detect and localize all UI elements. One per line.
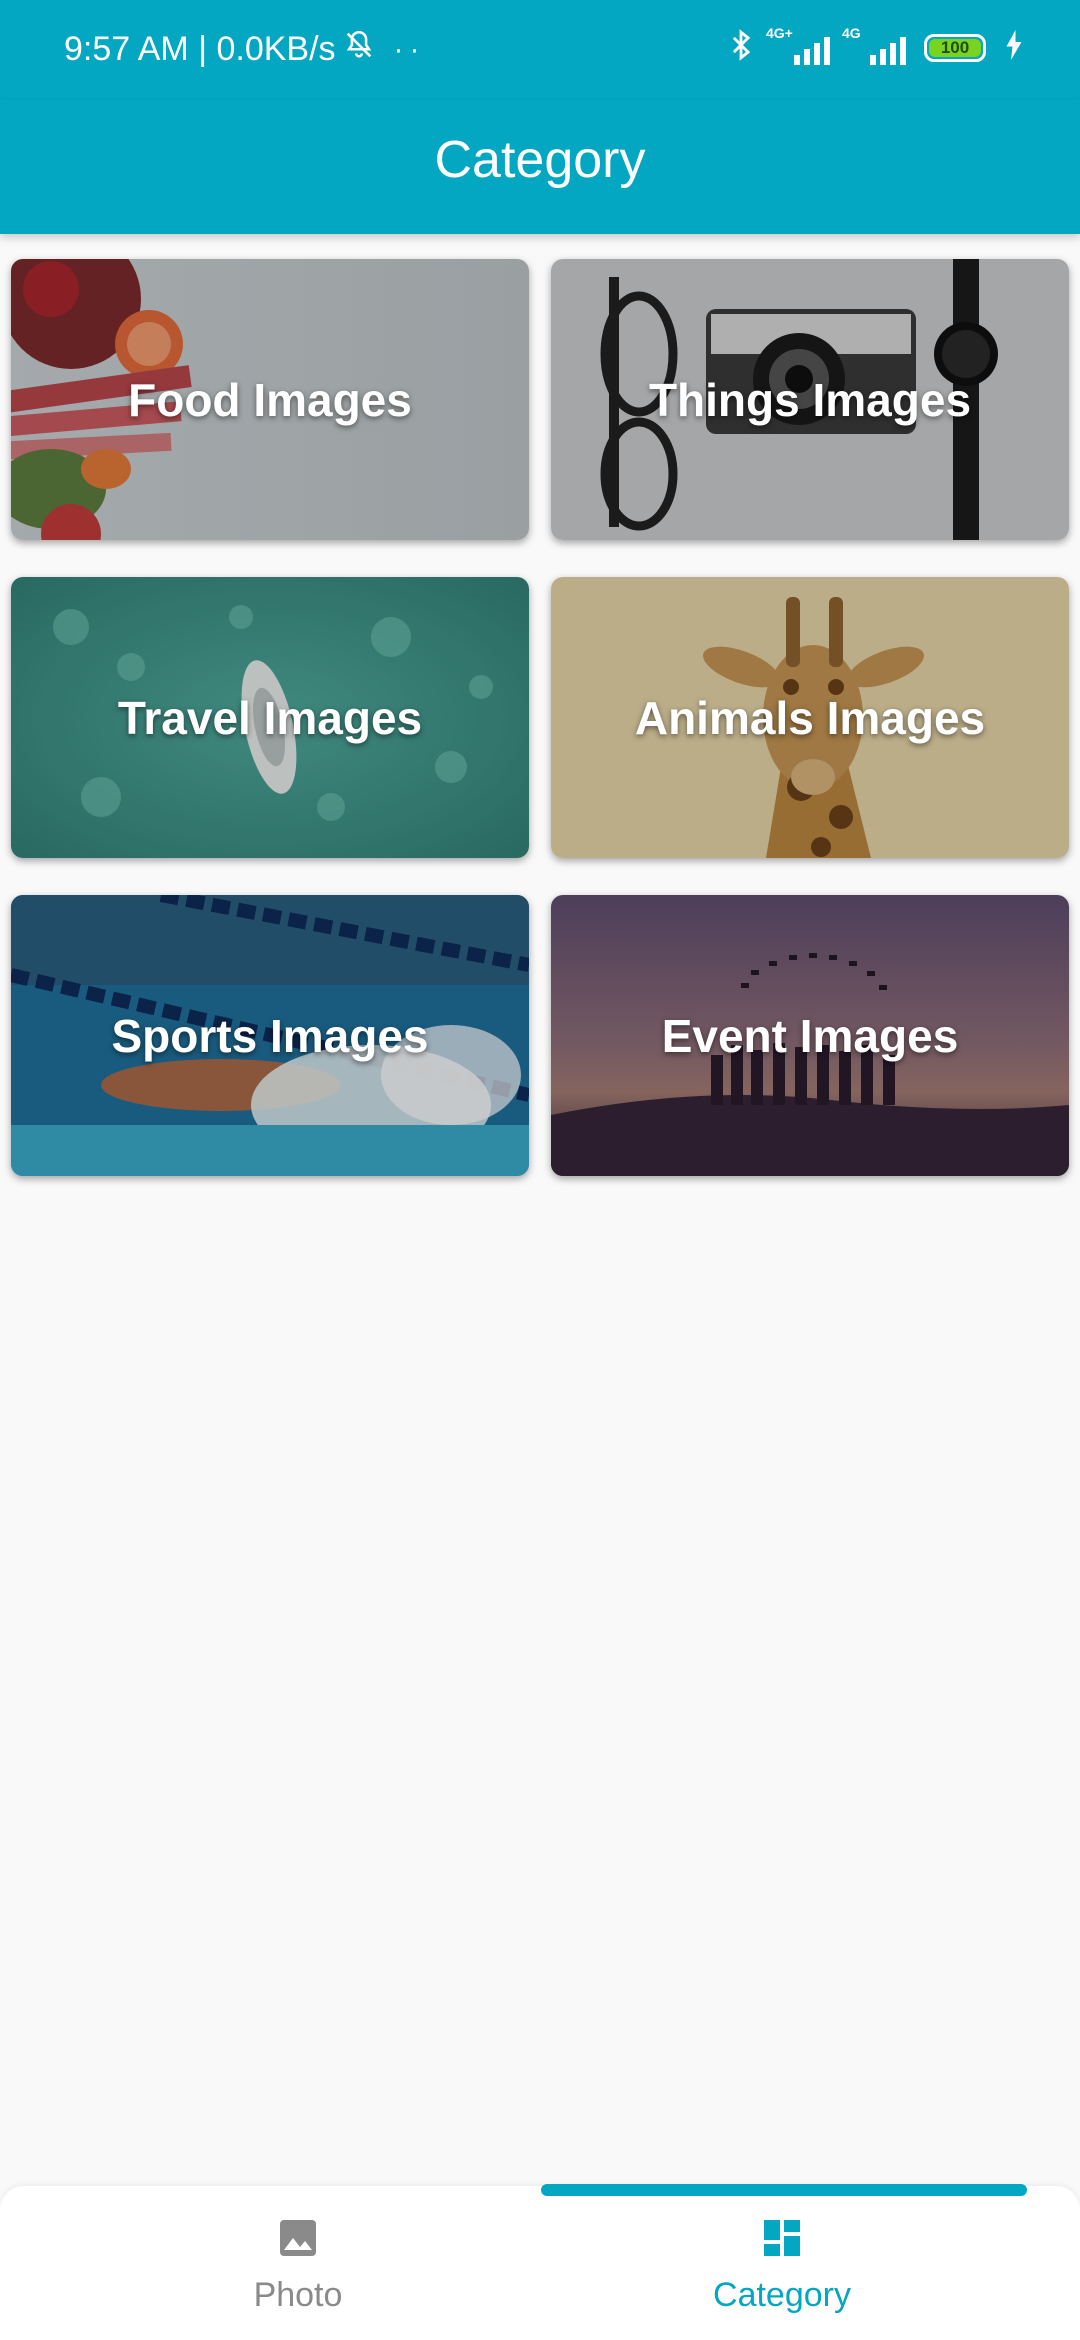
category-label: Event Images (661, 1009, 959, 1062)
category-label: Travel Images (117, 691, 423, 744)
nav-photo-label: Photo (253, 2276, 343, 2314)
category-label: Sports Images (111, 1009, 429, 1062)
status-bar: 9:57 AM | 0.0KB/s ·· 4G+ 4G 100 (0, 0, 1080, 100)
category-card-sports[interactable]: Sports Images (11, 895, 529, 1176)
bluetooth-icon (728, 28, 754, 68)
battery-icon: 100 (924, 34, 986, 62)
page-title: Category (434, 131, 646, 189)
category-card-things[interactable]: Things Images (551, 259, 1069, 540)
nav-category-label: Category (713, 2276, 851, 2314)
category-card-event[interactable]: Event Images (551, 895, 1069, 1176)
category-label: Things Images (648, 373, 972, 426)
nav-category-tab[interactable]: Category (512, 2186, 1052, 2340)
signal-strength-icon-2: 4G (842, 25, 906, 65)
category-label: Food Images (128, 373, 412, 426)
category-card-food[interactable]: Food Images (11, 259, 529, 540)
nav-photo-tab[interactable]: Photo (28, 2186, 568, 2340)
status-right: 4G+ 4G 100 (728, 25, 1024, 68)
signal-strength-icon: 4G+ (766, 25, 830, 65)
category-card-travel[interactable]: Travel Images (11, 577, 529, 858)
dashboard-icon (764, 2220, 800, 2256)
bottom-navigation: Photo Category (0, 2184, 1080, 2340)
image-icon (280, 2220, 316, 2256)
network-type-label-2: 4G (842, 25, 861, 41)
network-type-label: 4G+ (766, 25, 793, 41)
more-notifications-icon: ·· (393, 32, 426, 66)
status-left: 9:57 AM | 0.0KB/s ·· (64, 28, 426, 71)
mute-notification-icon (342, 28, 376, 71)
status-time: 9:57 AM | 0.0KB/s (64, 30, 336, 68)
category-card-animals[interactable]: Animals Images (551, 577, 1069, 858)
charging-icon (1004, 30, 1024, 66)
app-bar: Category (0, 100, 1080, 234)
category-label: Animals Images (634, 691, 986, 744)
battery-level: 100 (929, 38, 981, 57)
